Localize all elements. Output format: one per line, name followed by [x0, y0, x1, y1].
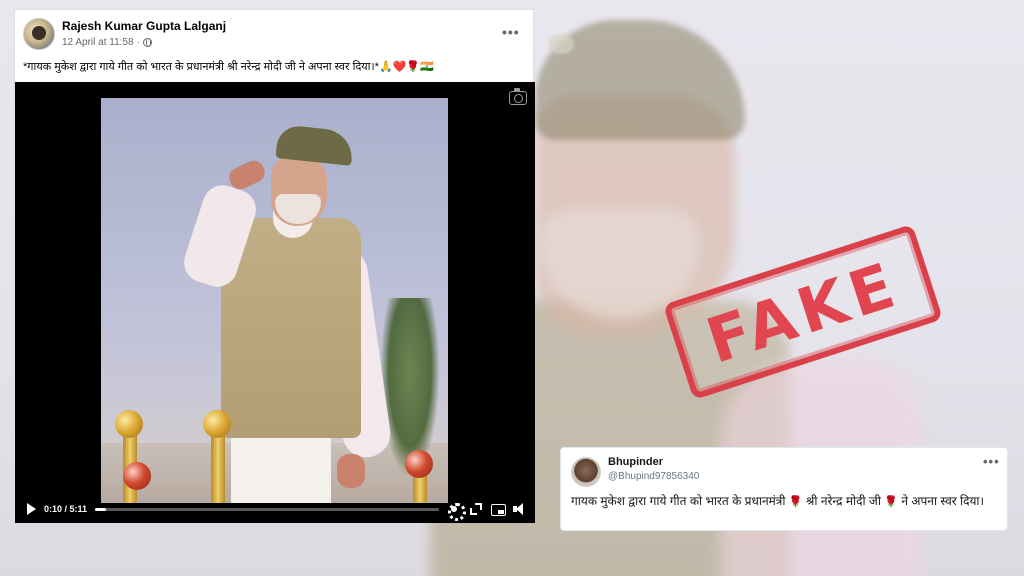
post-meta: 12 April at 11:58 · [62, 37, 152, 48]
tweet-text-part: ने अपना स्वर दिया। [897, 494, 985, 508]
gear-icon[interactable] [447, 502, 466, 521]
stand-ball [405, 450, 433, 478]
tweet-author-name[interactable]: Bhupinder [608, 456, 663, 468]
tweet-text: गायक मुकेश द्वारा गाये गीत को भारत के प्… [571, 493, 999, 511]
post-text: *गायक मुकेश द्वारा गाये गीत को भारत के प… [23, 61, 434, 73]
video-controls: 0:10 / 5:11 [15, 495, 535, 523]
meta-separator: · [136, 37, 140, 48]
video-progress-bar[interactable] [95, 507, 439, 511]
video-progress-fill [95, 507, 107, 511]
camera-icon[interactable] [509, 88, 527, 105]
bg-cap-badge [548, 34, 574, 54]
video-player[interactable]: 0:10 / 5:11 [15, 82, 535, 523]
rose-icon: 🌹 [884, 496, 898, 508]
vf-pants [231, 428, 331, 503]
tweet-text-part: गायक मुकेश द्वारा गाये गीत को भारत के प्… [571, 494, 789, 508]
video-time: 0:10 / 5:11 [44, 504, 88, 514]
author-avatar[interactable] [23, 18, 55, 50]
tweet-text-part: श्री नरेन्द्र मोदी जी [802, 494, 885, 508]
tweet-author-handle[interactable]: @Bhupind97856340 [608, 471, 699, 482]
vf-hand [337, 454, 365, 488]
tweet-more-options-icon[interactable]: ••• [983, 454, 1000, 469]
facebook-post-card: Rajesh Kumar Gupta Lalganj 12 April at 1… [14, 9, 535, 523]
post-more-options-icon[interactable]: ••• [502, 24, 520, 40]
tweet-card: Bhupinder @Bhupind97856340 ••• गायक मुके… [560, 447, 1008, 531]
fullscreen-icon[interactable] [469, 502, 483, 516]
post-timestamp[interactable]: 12 April at 11:58 [62, 37, 134, 48]
volume-icon[interactable] [513, 502, 527, 516]
stand-ball [203, 410, 231, 438]
author-name[interactable]: Rajesh Kumar Gupta Lalganj [62, 19, 226, 33]
stand-ball [115, 410, 143, 438]
video-frame [101, 98, 448, 503]
tweet-author-avatar[interactable] [571, 457, 601, 487]
post-header: Rajesh Kumar Gupta Lalganj 12 April at 1… [15, 10, 533, 58]
saluting-figure [101, 98, 448, 503]
stand-ball [123, 462, 151, 490]
picture-in-picture-icon[interactable] [491, 502, 506, 516]
rose-icon: 🌹 [788, 496, 803, 508]
play-icon[interactable] [27, 503, 36, 515]
stand-post [211, 428, 225, 503]
globe-icon [142, 38, 152, 47]
